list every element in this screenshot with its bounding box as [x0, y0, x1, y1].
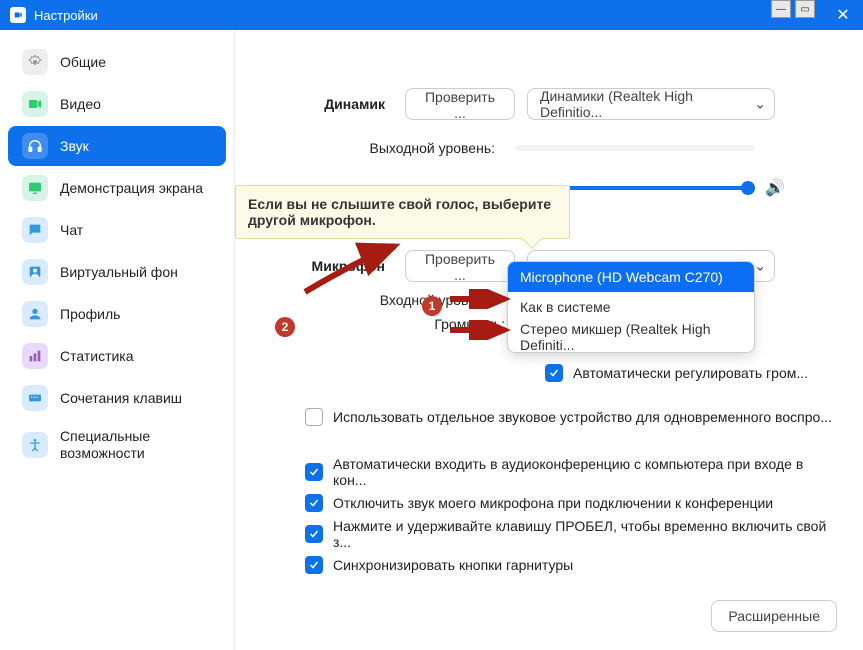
close-button[interactable]: ✕ [823, 0, 863, 30]
checkbox-label: Автоматически входить в аудиоконференцию… [333, 456, 833, 488]
maximize-button[interactable]: ▭ [795, 0, 815, 18]
speaker-label: Динамик [265, 96, 405, 112]
sidebar-item-label: Статистика [60, 348, 134, 364]
sidebar-item-profile[interactable]: Профиль [8, 294, 226, 334]
sidebar: Общие Видео Звук Демонстрация экрана Чат… [0, 30, 235, 650]
titlebar: Настройки — ▭ ✕ [0, 0, 863, 30]
sidebar-item-label: Виртуальный фон [60, 264, 178, 280]
dropdown-option[interactable]: Как в системе [508, 292, 754, 322]
sidebar-item-label: Профиль [60, 306, 120, 322]
background-icon [22, 259, 48, 285]
headphones-icon [22, 133, 48, 159]
share-screen-icon [22, 175, 48, 201]
chevron-down-icon: ⌄ [754, 96, 766, 113]
annotation-badge: 1 [422, 296, 442, 316]
gear-icon [22, 49, 48, 75]
sidebar-item-accessibility[interactable]: Специальные возможности [8, 420, 226, 470]
checkbox-label: Использовать отдельное звуковое устройст… [333, 409, 832, 425]
mute-on-join-checkbox[interactable] [305, 494, 323, 512]
window-title: Настройки [34, 8, 98, 23]
main-panel: Динамик Проверить ... Динамики (Realtek … [235, 30, 863, 650]
sidebar-item-chat[interactable]: Чат [8, 210, 226, 250]
dropdown-option[interactable]: Стерео микшер (Realtek High Definiti... [508, 322, 754, 352]
sidebar-item-label: Чат [60, 222, 83, 238]
checkbox-label: Синхронизировать кнопки гарнитуры [333, 557, 573, 573]
chat-icon [22, 217, 48, 243]
app-icon [10, 7, 26, 23]
sidebar-item-statistics[interactable]: Статистика [8, 336, 226, 376]
test-mic-button[interactable]: Проверить ... [405, 250, 515, 282]
checkbox-label: Автоматически регулировать гром... [573, 365, 808, 381]
sidebar-item-label: Видео [60, 96, 101, 112]
test-speaker-button[interactable]: Проверить ... [405, 88, 515, 120]
video-icon [22, 91, 48, 117]
separate-device-checkbox[interactable] [305, 408, 323, 426]
push-to-talk-checkbox[interactable] [305, 525, 323, 543]
checkbox-label: Отключить звук моего микрофона при подкл… [333, 495, 773, 511]
auto-join-checkbox[interactable] [305, 463, 323, 481]
speaker-icon: 🔊 [765, 178, 785, 198]
input-level-label: Входной уровень: [265, 292, 515, 308]
speaker-volume-slider[interactable] [555, 186, 755, 190]
speaker-device-select[interactable]: Динамики (Realtek High Definitio... ⌄ [527, 88, 775, 120]
auto-adjust-checkbox[interactable] [545, 364, 563, 382]
stats-icon [22, 343, 48, 369]
hint-tooltip: Если вы не слышите свой голос, выберите … [235, 185, 570, 239]
profile-icon [22, 301, 48, 327]
minimize-button[interactable]: — [771, 0, 791, 18]
sidebar-item-label: Общие [60, 54, 106, 70]
sidebar-item-label: Звук [60, 138, 89, 154]
volume-label: Громкость: [265, 316, 515, 332]
select-value: Динамики (Realtek High Definitio... [540, 88, 748, 120]
sidebar-item-label: Специальные возможности [60, 428, 212, 462]
sidebar-item-label: Демонстрация экрана [60, 180, 203, 196]
microphone-label: Микрофон [265, 258, 405, 274]
output-level-meter [515, 145, 755, 151]
sidebar-item-general[interactable]: Общие [8, 42, 226, 82]
sidebar-item-audio[interactable]: Звук [8, 126, 226, 166]
annotation-badge: 2 [275, 317, 295, 337]
sync-headset-checkbox[interactable] [305, 556, 323, 574]
chevron-down-icon: ⌄ [754, 258, 766, 275]
accessibility-icon [22, 432, 48, 458]
sidebar-item-shortcuts[interactable]: Сочетания клавиш [8, 378, 226, 418]
mic-device-dropdown: Microphone (HD Webcam C270) Как в систем… [507, 261, 755, 353]
dropdown-option[interactable]: Microphone (HD Webcam C270) [508, 262, 754, 292]
sidebar-item-share-screen[interactable]: Демонстрация экрана [8, 168, 226, 208]
checkbox-label: Нажмите и удерживайте клавишу ПРОБЕЛ, чт… [333, 518, 833, 550]
advanced-button[interactable]: Расширенные [711, 600, 837, 632]
sidebar-item-virtual-bg[interactable]: Виртуальный фон [8, 252, 226, 292]
keyboard-icon [22, 385, 48, 411]
sidebar-item-label: Сочетания клавиш [60, 390, 182, 406]
tooltip-text: Если вы не слышите свой голос, выберите … [248, 196, 551, 228]
sidebar-item-video[interactable]: Видео [8, 84, 226, 124]
window-controls: — ▭ ✕ [769, 0, 863, 30]
output-level-label: Выходной уровень: [265, 140, 515, 156]
